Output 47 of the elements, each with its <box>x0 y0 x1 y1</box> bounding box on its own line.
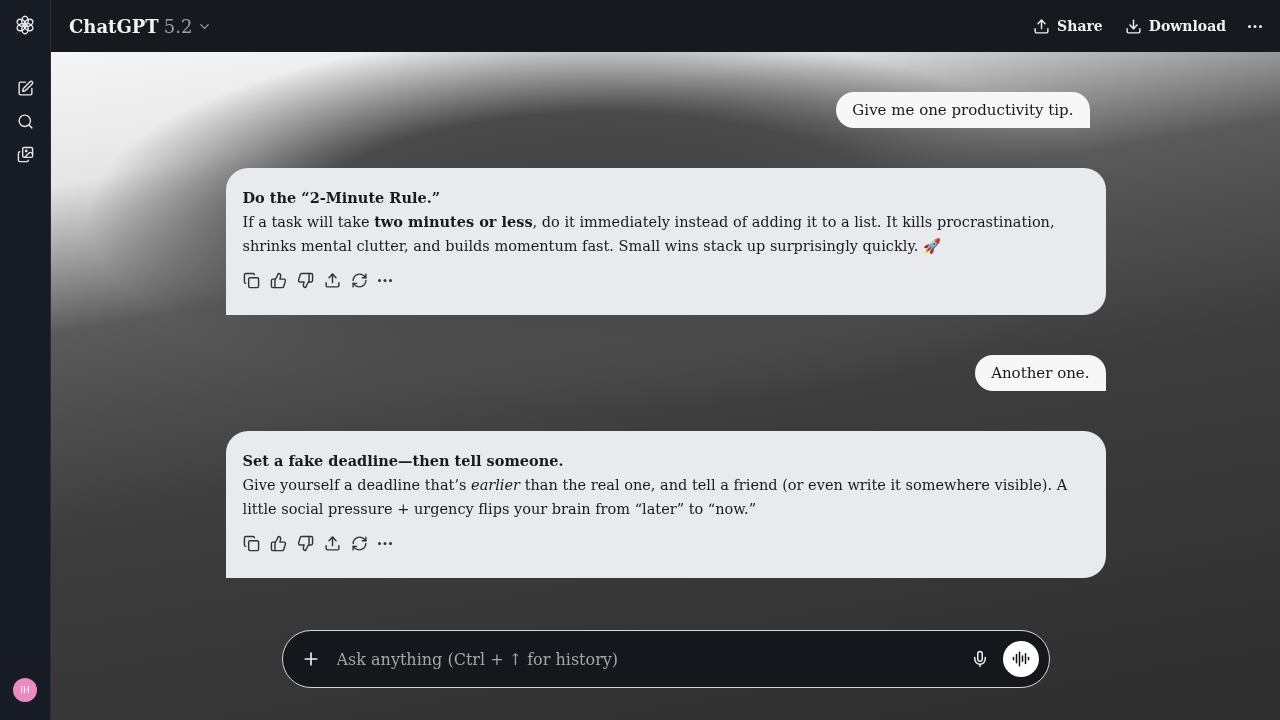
logo-icon[interactable] <box>14 14 36 36</box>
user-message: Give me one productivity tip. <box>836 92 1090 128</box>
more-icon <box>377 542 392 545</box>
share-icon <box>323 535 341 552</box>
thumbs-down-icon <box>296 535 314 552</box>
model-selector[interactable]: ChatGPT 5.2 <box>69 15 213 37</box>
thumbs-up-icon <box>269 535 287 552</box>
search-button[interactable] <box>16 113 34 130</box>
search-icon <box>16 113 34 130</box>
thumbs-down-icon <box>296 272 314 289</box>
more-icon <box>1248 24 1262 28</box>
images-icon <box>16 146 34 163</box>
message-text: Give yourself a deadline that’s earlier than the real one, and tell a friend (or even write it somewhere visible). A little social pressure + urgency flips your brain from “later” to “now.” <box>242 476 1069 519</box>
model-version: 5.2 <box>163 15 193 37</box>
regenerate-button[interactable] <box>350 272 368 289</box>
copy-button[interactable] <box>242 272 260 289</box>
share-button[interactable] <box>323 535 341 552</box>
message-heading: Do the “2-Minute Rule.” <box>242 188 442 208</box>
message-input[interactable]: Ask anything (Ctrl + ↑ for history) <box>334 648 957 670</box>
regenerate-button[interactable] <box>350 535 368 552</box>
share-button[interactable]: Share <box>1033 17 1103 35</box>
download-button[interactable]: Download <box>1124 17 1226 35</box>
more-icon <box>377 279 392 282</box>
thumbs-up-icon <box>269 272 287 289</box>
more-button[interactable] <box>1248 24 1262 28</box>
audio-lines-icon <box>1011 650 1030 668</box>
share-button[interactable] <box>323 272 341 289</box>
refresh-icon <box>350 272 368 289</box>
copy-icon <box>242 535 260 552</box>
pen-icon <box>16 80 34 97</box>
message-composer[interactable]: Ask anything (Ctrl + ↑ for history) <box>281 630 1050 688</box>
share-icon <box>323 272 341 289</box>
download-icon <box>1124 17 1142 35</box>
images-button[interactable] <box>16 146 34 163</box>
thumbs-down-button[interactable] <box>296 272 314 289</box>
thumbs-up-button[interactable] <box>269 535 287 552</box>
message-heading: Set a fake deadline—then tell someone. <box>242 451 565 471</box>
voice-button[interactable] <box>1002 641 1039 677</box>
copy-icon <box>242 272 260 289</box>
thumbs-down-button[interactable] <box>296 535 314 552</box>
thumbs-up-button[interactable] <box>269 272 287 289</box>
message-text: If a task will take two minutes or less, do it immediately instead of adding it to a list. It kills procrastination, shrinks mental clutter, and builds momentum fast. Small wins stack up surprisingly quickly. 🚀 <box>242 212 1056 256</box>
refresh-icon <box>350 535 368 552</box>
new-chat-button[interactable] <box>16 80 34 97</box>
user-message: Another one. <box>975 355 1106 391</box>
copy-button[interactable] <box>242 535 260 552</box>
share-icon <box>1033 17 1051 35</box>
